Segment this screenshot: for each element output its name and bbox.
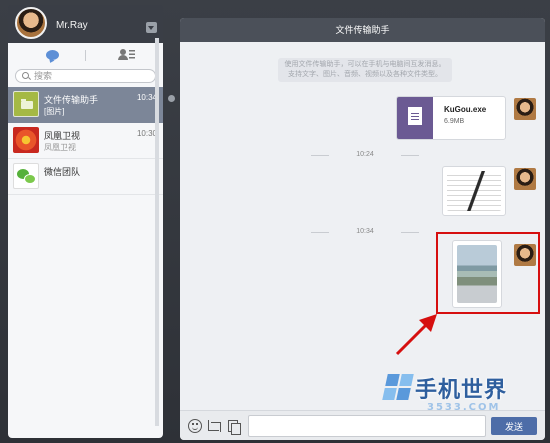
avatar[interactable] xyxy=(514,98,536,120)
list-item[interactable]: 凤凰卫视 凤凰卫视 10:30 xyxy=(8,123,163,159)
chevron-down-icon[interactable] xyxy=(146,22,157,33)
file-message[interactable]: KuGou.exe 6.9MB xyxy=(396,96,506,140)
contact-name: 微信团队 xyxy=(44,167,81,177)
phoenix-avatar xyxy=(13,127,39,153)
weixin-team-avatar xyxy=(13,163,39,189)
search-icon xyxy=(22,72,29,79)
time-separator: 10:34 xyxy=(311,228,419,235)
contact-name: 凤凰卫视 xyxy=(44,131,81,141)
watermark-logo-icon xyxy=(382,374,414,400)
image-message[interactable] xyxy=(442,166,506,216)
image-thumbnail xyxy=(447,171,501,211)
profile-name: Mr.Ray xyxy=(56,20,88,31)
avatar[interactable] xyxy=(15,7,47,39)
search-input[interactable] xyxy=(34,70,152,82)
contact-preview: [图片] xyxy=(44,107,65,116)
list-item[interactable]: 微信团队 xyxy=(8,159,163,195)
file-size: 6.9MB xyxy=(444,118,465,125)
screenshot-icon[interactable] xyxy=(207,419,221,433)
profile-bar: Mr.Ray xyxy=(8,5,163,43)
notice-line: 使用文件传输助手，可以在手机与电脑间互发消息。 xyxy=(284,61,446,68)
file-icon xyxy=(408,107,422,125)
contact-preview: 凤凰卫视 xyxy=(44,143,76,152)
file-name: KuGou.exe xyxy=(444,105,487,114)
system-notice: 使用文件传输助手，可以在手机与电脑间互发消息。 支持文字、图片、音频、视频以及各… xyxy=(278,58,452,82)
left-tabs xyxy=(8,43,163,69)
input-toolbar: 发送 xyxy=(180,410,545,440)
tab-contacts[interactable] xyxy=(118,47,138,63)
send-button[interactable]: 发送 xyxy=(491,417,537,435)
contact-list: 文件传输助手 [图片] 10:34 凤凰卫视 凤凰卫视 10:30 微信团队 xyxy=(8,87,163,195)
watermark-text: 手机世界 xyxy=(415,378,508,403)
avatar[interactable] xyxy=(514,168,536,190)
chat-bubble-icon xyxy=(46,50,59,60)
file-send-icon[interactable] xyxy=(226,419,241,435)
list-item[interactable]: 文件传输助手 [图片] 10:34 xyxy=(8,87,163,123)
tab-chats[interactable] xyxy=(43,47,63,63)
notice-line: 支持文字、图片、音频、视频以及各种文件类型。 xyxy=(288,71,442,78)
arrow-icon xyxy=(395,314,437,356)
panel-toggle-handle[interactable] xyxy=(168,95,175,102)
chat-title: 文件传输助手 xyxy=(180,18,545,42)
left-panel: Mr.Ray 文件传输助手 [图片] xyxy=(8,5,163,438)
folder-icon xyxy=(21,99,33,109)
contact-name: 文件传输助手 xyxy=(44,95,99,105)
contact-list-scrollbar[interactable] xyxy=(155,38,159,426)
tab-divider xyxy=(85,50,86,61)
time-separator: 10:24 xyxy=(311,151,419,158)
highlight-box xyxy=(436,232,540,314)
contact-time: 10:34 xyxy=(136,93,157,102)
file-helper-avatar xyxy=(13,91,39,117)
search-box xyxy=(15,69,156,83)
chat-panel: 文件传输助手 使用文件传输助手，可以在手机与电脑间互发消息。 支持文字、图片、音… xyxy=(180,18,545,440)
left-body: 文件传输助手 [图片] 10:34 凤凰卫视 凤凰卫视 10:30 微信团队 xyxy=(8,43,163,438)
contact-time: 10:30 xyxy=(136,129,157,138)
emoji-icon[interactable] xyxy=(188,419,202,433)
message-input[interactable] xyxy=(248,415,486,437)
